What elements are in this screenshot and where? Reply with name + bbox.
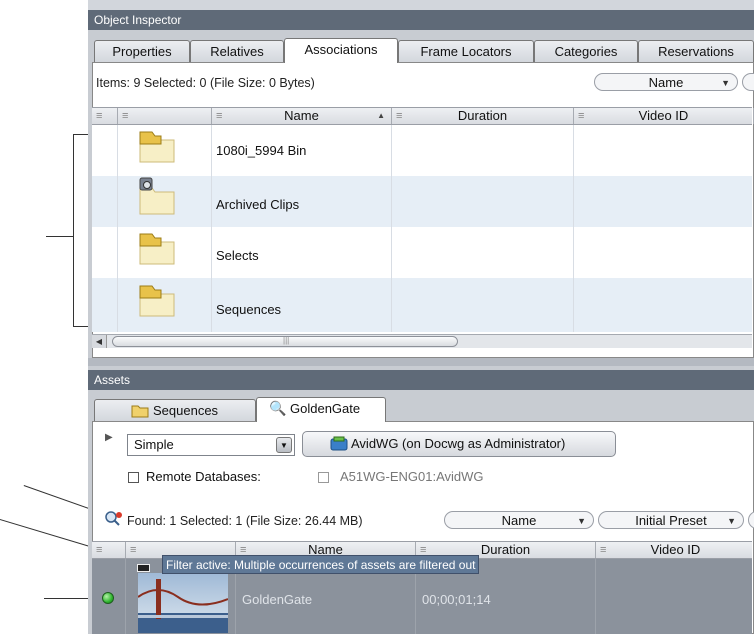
table-row[interactable]: Archived Clips [92,176,752,227]
sort-field-dropdown[interactable]: Name ▼ [594,73,738,91]
associations-column-header: ≡ ≡ ≡ Name ▲ ≡ Duration ≡ Video ID [92,107,754,125]
assets-title: Assets [94,373,131,387]
column-video-id-label: Video ID [650,542,701,557]
tab-associations[interactable]: Associations [284,38,398,63]
remote-databases-checkbox[interactable] [128,472,139,483]
filter-active-tooltip: Filter active: Multiple occurrences of a… [162,555,480,574]
scroll-left-icon[interactable]: ◀ [92,335,107,348]
row-duration-cell [392,176,574,227]
expand-triangle-icon[interactable]: ▶ [105,432,113,443]
table-row[interactable]: Selects [92,227,752,278]
archived-folder-icon [139,177,175,215]
callout-bracket-top [73,134,89,135]
column-grip-icon: ≡ [96,544,103,556]
folder-icon [131,405,149,418]
chevron-down-icon: ▼ [721,78,730,88]
tab-reservations[interactable]: Reservations [638,40,754,62]
chevron-down-icon: ▼ [727,516,736,526]
search-mode-select[interactable]: Simple ▼ [127,434,295,456]
column-grip-icon: ≡ [96,110,103,122]
search-mode-value: Simple [134,437,174,452]
folder-icon [139,285,175,317]
clip-thumbnail [138,573,228,633]
folder-icon [139,131,175,163]
tab-frame-locators[interactable]: Frame Locators [398,40,534,62]
column-icon[interactable]: ≡ [118,108,212,124]
preset-label: Initial Preset [635,513,707,528]
object-inspector-tabs: Properties Relatives Associations Frame … [88,38,754,63]
assets-status-text: Found: 1 Selected: 1 (File Size: 26.44 M… [127,514,363,528]
horizontal-scrollbar[interactable]: ◀ ||| [92,334,752,348]
chevron-down-icon: ▼ [577,516,586,526]
tab-sequences[interactable]: Sequences [94,399,256,421]
row-select-cell [92,278,118,332]
row-select-cell [92,125,118,176]
remote-database-checkbox[interactable] [318,472,329,483]
application-window: Object Inspector Properties Relatives As… [88,0,754,634]
column-grip-icon: ≡ [130,544,137,556]
tab-properties[interactable]: Properties [94,40,190,62]
asset-name: GoldenGate [242,592,313,607]
top-strip [88,0,754,10]
database-button[interactable]: AvidWG (on Docwg as Administrator) [302,431,616,457]
column-grip-icon: ≡ [122,110,129,122]
assets-sort-dropdown[interactable]: Name ▼ [444,511,594,529]
panel-splitter[interactable] [88,358,754,366]
tab-categories[interactable]: Categories [534,40,638,62]
table-row[interactable]: 1080i_5994 Bin [92,125,752,176]
clip-type-icon [137,564,150,572]
column-name[interactable]: ≡ Name ▲ [212,108,392,124]
search-icon: 🔍 [269,400,287,416]
callout-bracket-vertical [73,134,74,327]
row-duration-cell [392,278,574,332]
object-inspector-header: Object Inspector [88,10,754,30]
filter-search-icon [105,511,122,526]
column-select[interactable]: ≡ [92,108,118,124]
column-duration-label: Duration [457,108,508,123]
row-duration-cell [392,125,574,176]
row-select-cell [92,176,118,227]
callout-bracket-bottom [73,326,89,327]
row-name: Sequences [216,302,282,317]
asset-duration: 00;00;01;14 [422,592,491,607]
column-video-id-label: Video ID [638,108,689,123]
column-name-label: Name [284,108,319,123]
column-video-id[interactable]: ≡ Video ID [574,108,754,124]
assets-header: Assets [88,370,754,390]
remote-databases-label: Remote Databases: [146,469,261,484]
scrollbar-thumb[interactable]: ||| [112,336,458,347]
remote-database-option: A51WG-ENG01:AvidWG [340,469,484,484]
tab-relatives[interactable]: Relatives [190,40,284,62]
column-select[interactable]: ≡ [92,542,126,558]
database-button-label: AvidWG (on Docwg as Administrator) [351,436,566,451]
sort-ascending-icon: ▲ [377,111,385,120]
folder-icon [139,233,175,265]
column-video-id[interactable]: ≡ Video ID [596,542,754,558]
tab-sequences-label: Sequences [153,403,219,418]
object-inspector-title: Object Inspector [94,13,182,27]
row-name: Selects [216,248,259,263]
sort-field-label: Name [648,75,684,90]
row-name: Archived Clips [216,197,300,212]
online-status-icon [102,592,114,604]
row-select-cell [92,227,118,278]
row-name: 1080i_5994 Bin [216,143,307,158]
associations-status-text: Items: 9 Selected: 0 (File Size: 0 Bytes… [96,76,315,90]
assets-tabs: Sequences 🔍 GoldenGate [88,397,754,422]
database-icon [330,436,348,451]
tab-goldengate[interactable]: 🔍 GoldenGate [256,397,386,422]
chevron-down-icon: ▼ [276,437,292,453]
preset-dropdown[interactable]: Initial Preset ▼ [598,511,744,529]
row-duration-cell [392,227,574,278]
callout-bracket-leader [46,236,74,237]
column-duration[interactable]: ≡ Duration [392,108,574,124]
extra-dropdown[interactable] [742,73,754,91]
assets-sort-label: Name [501,513,537,528]
tab-goldengate-label: GoldenGate [290,401,361,416]
table-row[interactable]: Sequences [92,278,752,332]
